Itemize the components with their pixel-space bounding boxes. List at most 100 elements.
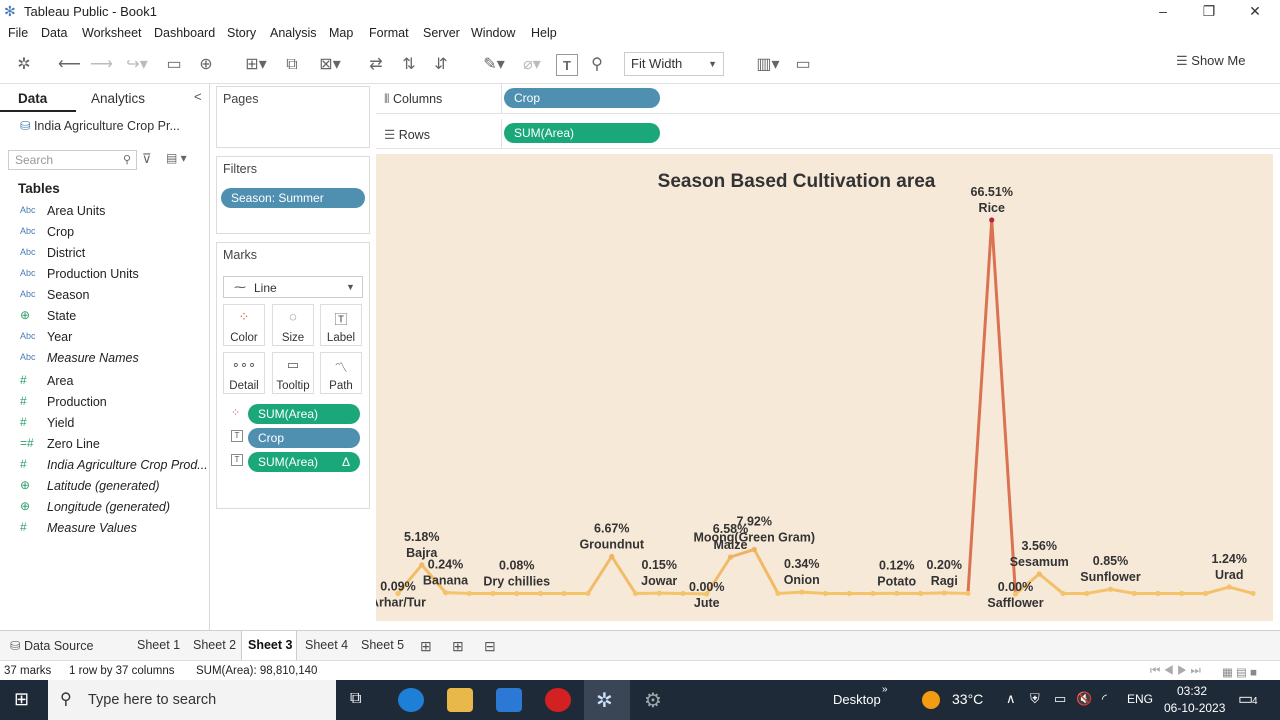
- sheet-nav-icon[interactable]: ⏮ ◀ ▶ ⏭: [1150, 665, 1201, 678]
- tab-sheet-3[interactable]: Sheet 3: [248, 638, 292, 652]
- data-point[interactable]: [466, 590, 472, 597]
- new-worksheet-icon[interactable]: ⊞: [420, 638, 432, 655]
- save-icon[interactable]: ▭: [164, 54, 184, 76]
- show-cards-icon[interactable]: ▥▾: [750, 54, 786, 76]
- show-mark-labels-icon[interactable]: T: [556, 54, 578, 76]
- data-point[interactable]: [1084, 590, 1090, 597]
- data-point[interactable]: [1226, 584, 1232, 590]
- data-point[interactable]: [775, 590, 781, 597]
- data-point[interactable]: [680, 590, 686, 597]
- data-point[interactable]: [490, 590, 496, 597]
- collapse-pane-icon[interactable]: <: [194, 89, 202, 104]
- field-district[interactable]: Abc District: [18, 244, 208, 264]
- color-button[interactable]: ⁘ Color: [223, 304, 265, 346]
- tooltip-button[interactable]: ▭ Tooltip: [272, 352, 314, 394]
- filter-pill-season[interactable]: Season: Summer: [221, 188, 365, 208]
- rows-shelf[interactable]: ☰ Rows SUM(Area): [376, 119, 1280, 149]
- new-story-icon[interactable]: ⊟: [484, 638, 496, 655]
- task-view-icon[interactable]: ⧉: [350, 690, 361, 708]
- data-point[interactable]: [656, 590, 662, 596]
- columns-pill-crop[interactable]: Crop: [504, 88, 660, 108]
- data-point[interactable]: [1202, 590, 1209, 597]
- data-point[interactable]: [1060, 590, 1066, 597]
- field-production-units[interactable]: Abc Production Units: [18, 265, 208, 285]
- sort-descending-icon[interactable]: ⇵: [430, 54, 452, 76]
- label-button[interactable]: 🅃 Label: [320, 304, 362, 346]
- data-point[interactable]: [442, 590, 449, 596]
- highlight-icon[interactable]: ✎▾: [478, 54, 510, 76]
- field-area-units[interactable]: Abc Area Units: [18, 202, 208, 222]
- tab-sheet-5[interactable]: Sheet 5: [361, 638, 404, 652]
- edge-icon[interactable]: [398, 688, 424, 712]
- menu-format[interactable]: Format: [369, 26, 409, 40]
- duplicate-sheet-icon[interactable]: ⧉: [282, 54, 302, 76]
- sheet-sorter-icon[interactable]: ▦ ▤ ■: [1222, 665, 1257, 679]
- data-point[interactable]: [632, 590, 639, 597]
- tableau-taskbar-icon[interactable]: ✲: [596, 688, 613, 713]
- network-icon[interactable]: ▭: [1054, 691, 1066, 707]
- mark-pill-sum-area-color[interactable]: SUM(Area): [248, 404, 360, 424]
- tab-sheet-4[interactable]: Sheet 4: [305, 638, 348, 652]
- file-explorer-icon[interactable]: [447, 688, 473, 712]
- field-zero-line[interactable]: =# Zero Line: [18, 435, 208, 455]
- tab-sheet-2[interactable]: Sheet 2: [193, 638, 236, 652]
- mark-pill-sum-area-label[interactable]: SUM(Area) Δ: [248, 452, 360, 472]
- size-button[interactable]: ◌ Size: [272, 304, 314, 346]
- detail-button[interactable]: ∘∘∘ Detail: [223, 352, 265, 394]
- menu-server[interactable]: Server: [423, 26, 460, 40]
- mark-type-dropdown[interactable]: ⁓ Line ▼: [223, 276, 363, 298]
- data-point[interactable]: [799, 589, 805, 595]
- menu-story[interactable]: Story: [227, 26, 256, 40]
- tab-sheet-1[interactable]: Sheet 1: [137, 638, 180, 652]
- view-options-icon[interactable]: ▤ ▾: [166, 151, 187, 165]
- field-season[interactable]: Abc Season: [18, 286, 208, 306]
- field-longitude[interactable]: ⊕ Longitude (generated): [18, 498, 208, 518]
- data-point[interactable]: [751, 546, 757, 553]
- columns-shelf[interactable]: ⦀ Columns Crop: [376, 84, 1280, 114]
- undo-icon[interactable]: ⟵: [58, 54, 81, 76]
- tab-data-source[interactable]: ⛁ Data Source: [10, 638, 93, 653]
- swap-rows-columns-icon[interactable]: ⇄: [366, 54, 386, 76]
- close-button[interactable]: ✕: [1232, 0, 1278, 24]
- filter-icon[interactable]: ⊽: [142, 151, 152, 167]
- fit-dropdown[interactable]: Fit Width ▼: [624, 52, 724, 76]
- mark-pill-crop-label[interactable]: Crop: [248, 428, 360, 448]
- store-icon[interactable]: [496, 688, 522, 712]
- windows-start-icon[interactable]: ⊞: [14, 689, 29, 710]
- menu-dashboard[interactable]: Dashboard: [154, 26, 215, 40]
- new-datasource-icon[interactable]: ⊕: [196, 54, 216, 76]
- new-dashboard-icon[interactable]: ⊞: [452, 638, 464, 655]
- replay-icon[interactable]: ↪▾: [120, 54, 154, 76]
- tableau-home-icon[interactable]: ✲: [14, 54, 34, 76]
- data-point[interactable]: [609, 553, 615, 560]
- menu-window[interactable]: Window: [471, 26, 515, 40]
- clear-sheet-icon[interactable]: ⊠▾: [312, 54, 348, 76]
- clock-date[interactable]: 06-10-2023: [1164, 701, 1225, 715]
- clock-time[interactable]: 03:32: [1177, 684, 1207, 698]
- data-point[interactable]: [917, 590, 924, 597]
- desktop-toolbar[interactable]: Desktop: [833, 692, 881, 707]
- field-record-count[interactable]: # India Agriculture Crop Prod...: [18, 456, 208, 476]
- field-state[interactable]: ⊕ State: [18, 307, 208, 327]
- search-input[interactable]: Search ⚲: [8, 150, 137, 170]
- volume-muted-icon[interactable]: 🔇: [1076, 691, 1092, 707]
- field-year[interactable]: Abc Year: [18, 328, 208, 348]
- data-point[interactable]: [846, 590, 852, 597]
- language-indicator[interactable]: ENG: [1127, 692, 1153, 706]
- menu-worksheet[interactable]: Worksheet: [82, 26, 142, 40]
- field-latitude[interactable]: ⊕ Latitude (generated): [18, 477, 208, 497]
- menu-analysis[interactable]: Analysis: [270, 26, 317, 40]
- data-point[interactable]: [727, 554, 734, 560]
- data-point[interactable]: [1131, 590, 1137, 597]
- presentation-mode-icon[interactable]: ▭: [792, 54, 814, 76]
- data-point[interactable]: [941, 590, 947, 596]
- data-point[interactable]: [870, 590, 876, 597]
- pages-card[interactable]: Pages: [216, 86, 370, 148]
- data-point[interactable]: [1155, 590, 1161, 597]
- field-measure-names[interactable]: Abc Measure Names: [18, 349, 208, 369]
- notification-icon[interactable]: ▭: [1238, 689, 1253, 709]
- app-taskbar-icon[interactable]: ⚙: [644, 688, 662, 713]
- new-worksheet-icon[interactable]: ⊞▾: [238, 54, 274, 76]
- security-icon[interactable]: ⛨: [1030, 691, 1040, 707]
- data-point[interactable]: [561, 590, 567, 597]
